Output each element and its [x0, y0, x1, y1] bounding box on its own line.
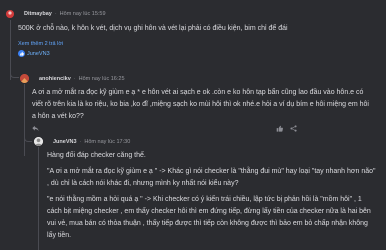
post-3-paragraph-1: Hàng đối đáp checker căng thế.: [47, 152, 146, 159]
post-3-header: JuneVN3 · Hôm nay lúc 17:30: [34, 137, 130, 146]
post-1-header: Ditmaybay · Hôm nay lúc 15:59: [6, 10, 106, 18]
share-icon[interactable]: [290, 125, 297, 132]
thread-connector: [24, 128, 32, 142]
post-3-paragraph-2: "A ơi a mở mắt ra đọc kỹ giùm e ạ " -> K…: [47, 168, 376, 187]
avatar[interactable]: [34, 137, 43, 146]
like-icon[interactable]: [276, 125, 283, 132]
user-avatar-icon: [20, 74, 29, 83]
post-2-username[interactable]: anohiencikv: [39, 76, 71, 82]
post-1-body: 500K ở chỗ nào, k hôn k vét, dịch vụ ghi…: [18, 25, 288, 32]
thread-connector: [10, 60, 19, 78]
user-avatar-icon: [6, 10, 14, 18]
post-3-time[interactable]: Hôm nay lúc 17:30: [84, 139, 130, 145]
separator: ·: [79, 138, 82, 145]
like-user[interactable]: JuneVN3: [27, 51, 50, 57]
post-2-body: A ơi a mở mắt ra đọc kỹ giùm e ạ * e hôn…: [32, 89, 369, 120]
view-more-replies-link[interactable]: Xem thêm 2 trả lời: [18, 41, 63, 47]
thread-line: [24, 84, 25, 156]
avatar[interactable]: [20, 74, 29, 83]
post-2-header: anohiencikv · Hôm nay lúc 16:25: [20, 74, 125, 83]
post-3-body: Hàng đối đáp checker căng thế. "A ơi a m…: [47, 150, 377, 246]
reply-icon[interactable]: [32, 125, 39, 132]
separator: ·: [54, 11, 57, 17]
avatar[interactable]: [6, 10, 14, 18]
post-1-time[interactable]: Hôm nay lúc 15:59: [60, 11, 106, 17]
thread-line: [38, 147, 39, 250]
separator: ·: [73, 75, 76, 82]
post-3-paragraph-3: "e nói thằng mồm a hỏi quá ạ " -> Khi ch…: [47, 196, 371, 239]
post-1-likes[interactable]: JuneVN3: [18, 50, 50, 57]
thread-page: Ditmaybay · Hôm nay lúc 15:59 500K ở chỗ…: [0, 0, 386, 250]
like-icon: [18, 50, 25, 57]
user-avatar-icon: [34, 137, 43, 146]
post-3-username[interactable]: JuneVN3: [53, 139, 77, 145]
post-1-username[interactable]: Ditmaybay: [24, 11, 52, 17]
post-2-time[interactable]: Hôm nay lúc 16:25: [79, 76, 125, 82]
